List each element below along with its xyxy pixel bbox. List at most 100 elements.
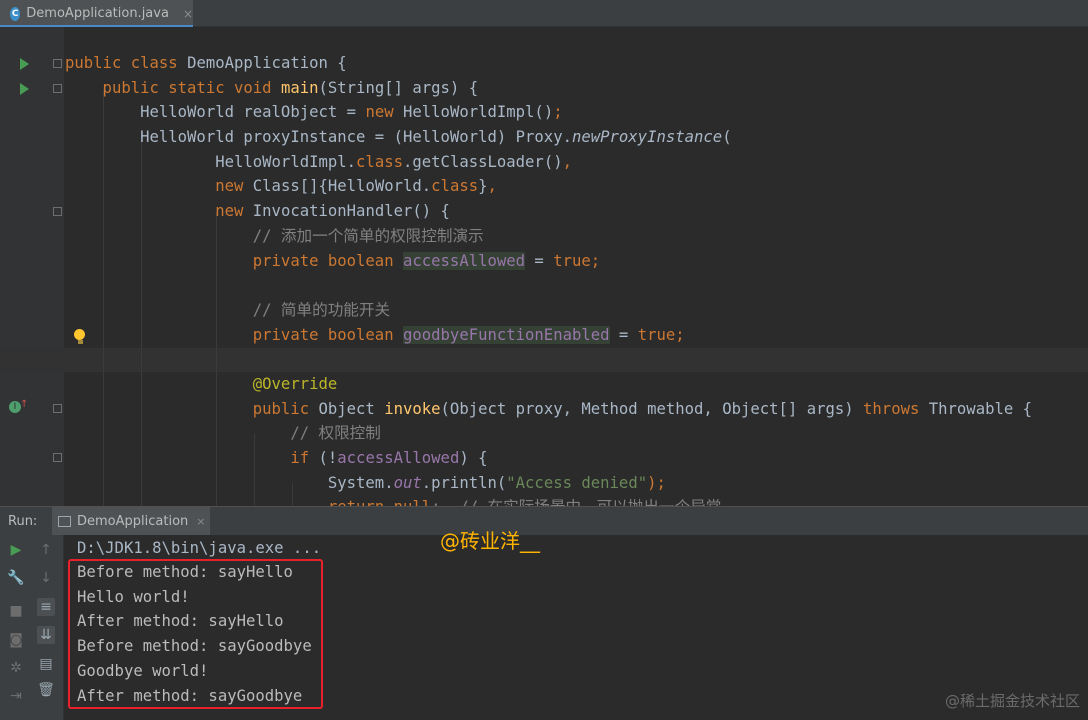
code-line[interactable]: // 简单的功能开关 (65, 298, 1032, 323)
code-token: (! (318, 449, 338, 467)
code-token: System. (65, 473, 394, 492)
code-token: invoke (384, 399, 441, 418)
code-token: ) { (459, 449, 488, 467)
code-token: (Object proxy, Method method, Object[] a… (440, 399, 864, 418)
code-line[interactable]: @Override (65, 372, 1032, 397)
up-arrow-icon[interactable]: ↑ (37, 541, 55, 559)
code-line[interactable]: public static void main(String[] args) { (65, 76, 1032, 101)
code-token: ); (647, 473, 666, 492)
code-token: = (525, 251, 554, 270)
code-token: @Override (65, 374, 338, 393)
code-token: true; (553, 251, 601, 270)
code-token: .println( (421, 473, 507, 492)
code-token: ( (722, 128, 732, 147)
down-arrow-icon[interactable]: ↓ (37, 569, 55, 587)
trash-icon[interactable]: 🗑 (37, 681, 55, 699)
run-main-icon[interactable] (20, 83, 29, 95)
code-line[interactable] (65, 347, 1032, 372)
site-watermark: @稀土掘金技术社区 (944, 692, 1080, 710)
code-token: InvocationHandler() { (252, 202, 450, 221)
fold-marker-icon[interactable] (53, 59, 62, 68)
fold-marker-icon[interactable] (53, 404, 62, 413)
wrench-icon[interactable]: 🔧 (7, 569, 25, 587)
code-token: out (393, 473, 422, 492)
scroll-to-end-icon[interactable]: ⇊ (37, 626, 55, 644)
code-line[interactable]: new Class[]{HelloWorld.class}, (65, 174, 1032, 199)
code-line[interactable]: HelloWorldImpl.class.getClassLoader(), (65, 150, 1032, 175)
code-token: throws (863, 399, 929, 418)
code-token: // 添加一个简单的权限控制演示 (65, 226, 484, 245)
thread-dump-icon[interactable]: ✲ (7, 659, 25, 677)
fold-marker-icon[interactable] (53, 84, 62, 93)
code-token: public class (65, 54, 188, 72)
camera-icon[interactable]: ◙ (7, 631, 25, 649)
code-line[interactable]: private boolean accessAllowed = true; (65, 249, 1032, 274)
override-arrow-icon: ↑ (20, 399, 29, 410)
code-token: .getClassLoader() (403, 152, 563, 171)
run-tab-demoapplication[interactable]: DemoApplication × (52, 507, 210, 535)
code-token: new (215, 202, 253, 221)
run-label: Run: (8, 514, 38, 529)
code-line[interactable]: return null; // 在实际场景中，可以抛出一个异常 (65, 495, 1032, 506)
highlight-annotation-box (68, 559, 323, 709)
code-token: private boolean (65, 325, 403, 344)
author-watermark: @砖业洋__ (440, 529, 540, 553)
code-line[interactable]: public Object invoke(Object proxy, Metho… (65, 397, 1032, 422)
editor-tab-demoapplication[interactable]: C DemoApplication.java × (0, 0, 193, 27)
code-token: return null (328, 498, 431, 506)
rerun-icon[interactable]: ▶ (7, 541, 25, 559)
code-line[interactable]: // 权限控制 (65, 421, 1032, 446)
code-line[interactable]: public class DemoApplication { (65, 51, 1032, 76)
code-line[interactable]: private boolean goodbyeFunctionEnabled =… (65, 323, 1032, 348)
exit-icon[interactable]: ⇥ (7, 687, 25, 705)
code-line[interactable]: System.out.println("Access denied"); (65, 471, 1032, 496)
code-token: HelloWorld realObject = (65, 103, 366, 122)
code-line[interactable] (65, 273, 1032, 298)
code-line[interactable]: // 添加一个简单的权限控制演示 (65, 224, 1032, 249)
code-token: (String[] args) { (318, 78, 479, 97)
code-token: Object (318, 399, 385, 418)
code-token: accessAllowed (337, 449, 460, 467)
stop-icon[interactable]: ■ (7, 602, 25, 620)
code-token: HelloWorldImpl. (65, 152, 357, 171)
java-class-icon: C (10, 6, 21, 21)
code-token: HelloWorldImpl() (403, 103, 554, 122)
code-token: private boolean (65, 251, 403, 270)
code-text[interactable]: public class DemoApplication { public st… (65, 51, 1032, 506)
code-line[interactable]: new InvocationHandler() { (65, 199, 1032, 224)
code-line[interactable]: if (!accessAllowed) { (65, 446, 1032, 471)
code-token: // 权限控制 (65, 424, 381, 443)
fold-marker-icon[interactable] (53, 207, 62, 216)
code-token: , (487, 177, 497, 196)
code-editor[interactable]: I ↑ public class DemoApplication { publi… (0, 27, 1088, 506)
code-line[interactable]: HelloWorld realObject = new HelloWorldIm… (65, 100, 1032, 125)
code-line[interactable]: HelloWorld proxyInstance = (HelloWorld) … (65, 125, 1032, 150)
code-token: true; (637, 325, 685, 344)
editor-tab-bar: C DemoApplication.java × (0, 0, 1088, 27)
code-token: ; (553, 103, 563, 122)
run-command-line[interactable]: D:\JDK1.8\bin\java.exe ... (77, 538, 321, 558)
code-token: class (431, 177, 479, 196)
soft-wrap-icon[interactable]: ≡ (37, 598, 55, 616)
run-class-icon[interactable] (20, 58, 29, 70)
run-tool-window-header: Run: DemoApplication × (0, 506, 1088, 535)
tab-filename: DemoApplication.java (26, 6, 169, 21)
code-token: = (609, 325, 638, 344)
print-icon[interactable]: ▤ (37, 655, 55, 673)
close-tab-icon[interactable]: × (183, 7, 193, 21)
code-token: public (252, 399, 319, 418)
code-token: Class[]{HelloWorld. (252, 177, 432, 196)
code-token: HelloWorld proxyInstance = (HelloWorld) … (65, 128, 572, 147)
editor-gutter (0, 27, 64, 506)
run-tab-title: DemoApplication (77, 513, 189, 529)
code-token: new (365, 103, 403, 122)
code-token: if (290, 449, 319, 467)
console-icon (58, 515, 71, 527)
fold-marker-icon[interactable] (53, 453, 62, 462)
close-run-tab-icon[interactable]: × (196, 515, 205, 528)
